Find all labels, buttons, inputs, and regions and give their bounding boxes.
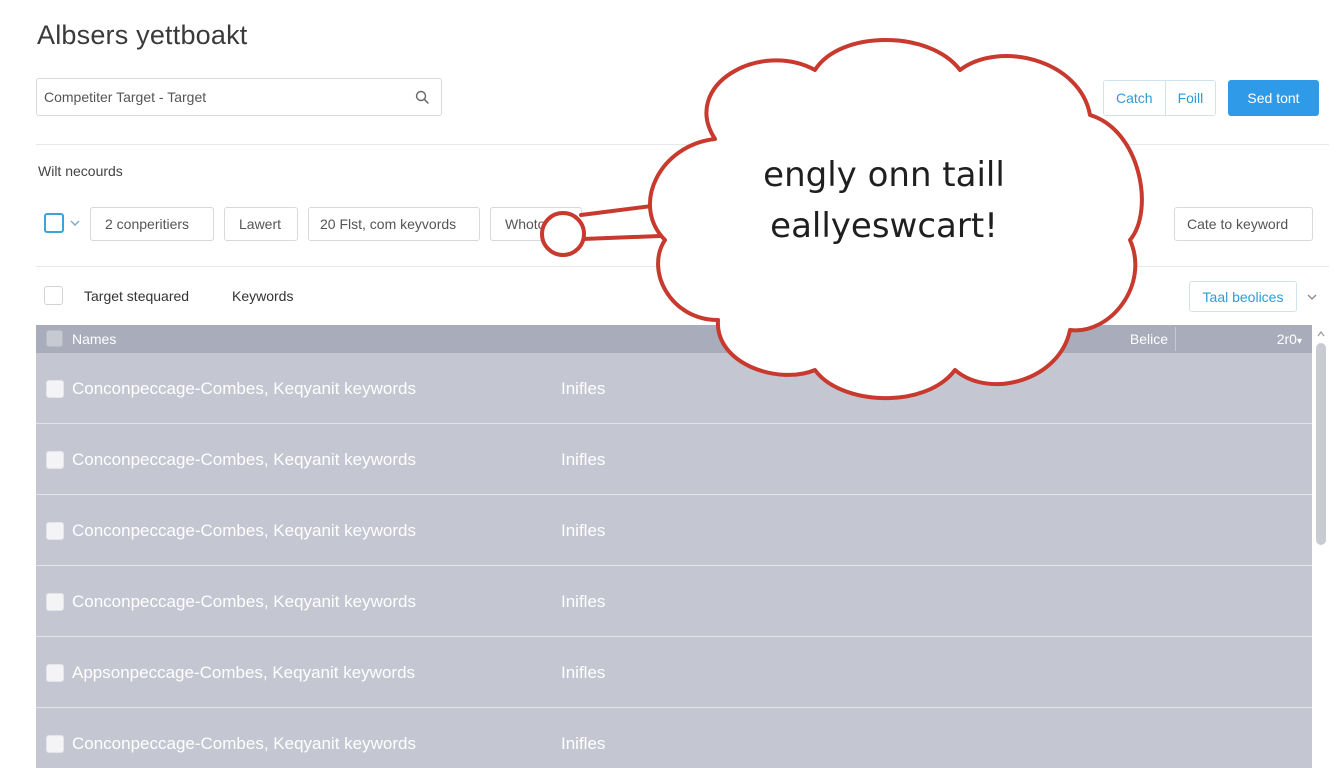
table-row[interactable]: Appsonpeccage-Combes, Keqyanit keywords …: [36, 637, 1312, 708]
header-checkbox[interactable]: [46, 330, 63, 347]
row-checkbox[interactable]: [46, 664, 64, 682]
speech-bubble-text: engly onn taill eallyeswcart!: [724, 150, 1044, 252]
count-label: 2r0: [1276, 331, 1297, 347]
row-type: Inifles: [561, 521, 606, 540]
filter-chip-lawert[interactable]: Lawert: [224, 207, 298, 241]
search-input[interactable]: [44, 79, 404, 115]
row-checkbox[interactable]: [46, 593, 64, 611]
row-type: Inifles: [561, 734, 606, 753]
row-name: Appsonpeccage-Combes, Keqyanit keywords: [72, 663, 416, 682]
chevron-up-icon[interactable]: [1316, 329, 1326, 339]
row-type: Inifles: [561, 379, 606, 398]
target-label: Target stequared: [84, 288, 190, 304]
row-name: Conconpeccage-Combes, Keqyanit keywords: [72, 734, 416, 753]
add-to-keyword-button[interactable]: Cate to keyword: [1174, 207, 1313, 241]
column-header-count[interactable]: 2r0▾: [1277, 331, 1302, 347]
row-name: Conconpeccage-Combes, Keqyanit keywords: [72, 521, 416, 540]
header-divider: [36, 144, 1329, 145]
select-all-checkbox[interactable]: [44, 213, 64, 233]
table-row[interactable]: Conconpeccage-Combes, Keqyanit keywords …: [36, 708, 1312, 768]
search-box[interactable]: [36, 78, 442, 116]
row-name: Conconpeccage-Combes, Keqyanit keywords: [72, 592, 416, 611]
table-scrollbar[interactable]: [1314, 325, 1328, 768]
full-button[interactable]: Foill: [1164, 81, 1216, 115]
column-separator: [1175, 327, 1176, 351]
catch-button[interactable]: Catch: [1104, 81, 1165, 115]
column-header-names[interactable]: Names: [72, 331, 116, 347]
column-header-before[interactable]: Belice: [1130, 331, 1168, 347]
row-name: Conconpeccage-Combes, Keqyanit keywords: [72, 379, 416, 398]
chevron-down-icon: ▾: [1296, 336, 1302, 347]
row-checkbox[interactable]: [46, 380, 64, 398]
row-type: Inifles: [561, 592, 606, 611]
row-checkbox[interactable]: [46, 735, 64, 753]
bubble-line-2: eallyeswcart!: [770, 206, 998, 246]
chevron-down-icon[interactable]: [69, 217, 81, 229]
bubble-line-1: engly onn taill: [763, 155, 1005, 195]
table-header: Names Belice 2r0▾: [36, 325, 1312, 353]
section-label: Wilt necourds: [38, 163, 123, 179]
row-type: Inifles: [561, 663, 606, 682]
page-title: Albsers yettboakt: [37, 20, 248, 50]
table-row[interactable]: Conconpeccage-Combes, Keqyanit keywords …: [36, 495, 1312, 566]
table-row[interactable]: Conconpeccage-Combes, Keqyanit keywords …: [36, 353, 1312, 424]
row-checkbox[interactable]: [46, 451, 64, 469]
action-button-group: Catch Foill: [1103, 80, 1217, 116]
total-select[interactable]: Taal beolices: [1189, 281, 1297, 312]
filter-divider: [36, 266, 1329, 267]
table-row[interactable]: Conconpeccage-Combes, Keqyanit keywords …: [36, 424, 1312, 495]
target-checkbox[interactable]: [44, 286, 63, 305]
keywords-table: Names Belice 2r0▾ Conconpeccage-Combes, …: [36, 325, 1312, 768]
row-name: Conconpeccage-Combes, Keqyanit keywords: [72, 450, 416, 469]
scrollbar-thumb[interactable]: [1316, 343, 1326, 545]
chevron-down-icon[interactable]: [1306, 291, 1318, 303]
search-icon[interactable]: [415, 90, 429, 104]
keywords-label: Keywords: [232, 288, 294, 304]
row-type: Inifles: [561, 450, 606, 469]
filter-chip-competitors[interactable]: 2 conperitiers: [90, 207, 214, 241]
table-row[interactable]: Conconpeccage-Combes, Keqyanit keywords …: [36, 566, 1312, 637]
filter-chip-keywords[interactable]: 20 Flst, com keyvords: [308, 207, 480, 241]
filter-chip-whoto[interactable]: Whoto: [490, 207, 582, 241]
row-checkbox[interactable]: [46, 522, 64, 540]
primary-action-button[interactable]: Sed tont: [1228, 80, 1319, 116]
